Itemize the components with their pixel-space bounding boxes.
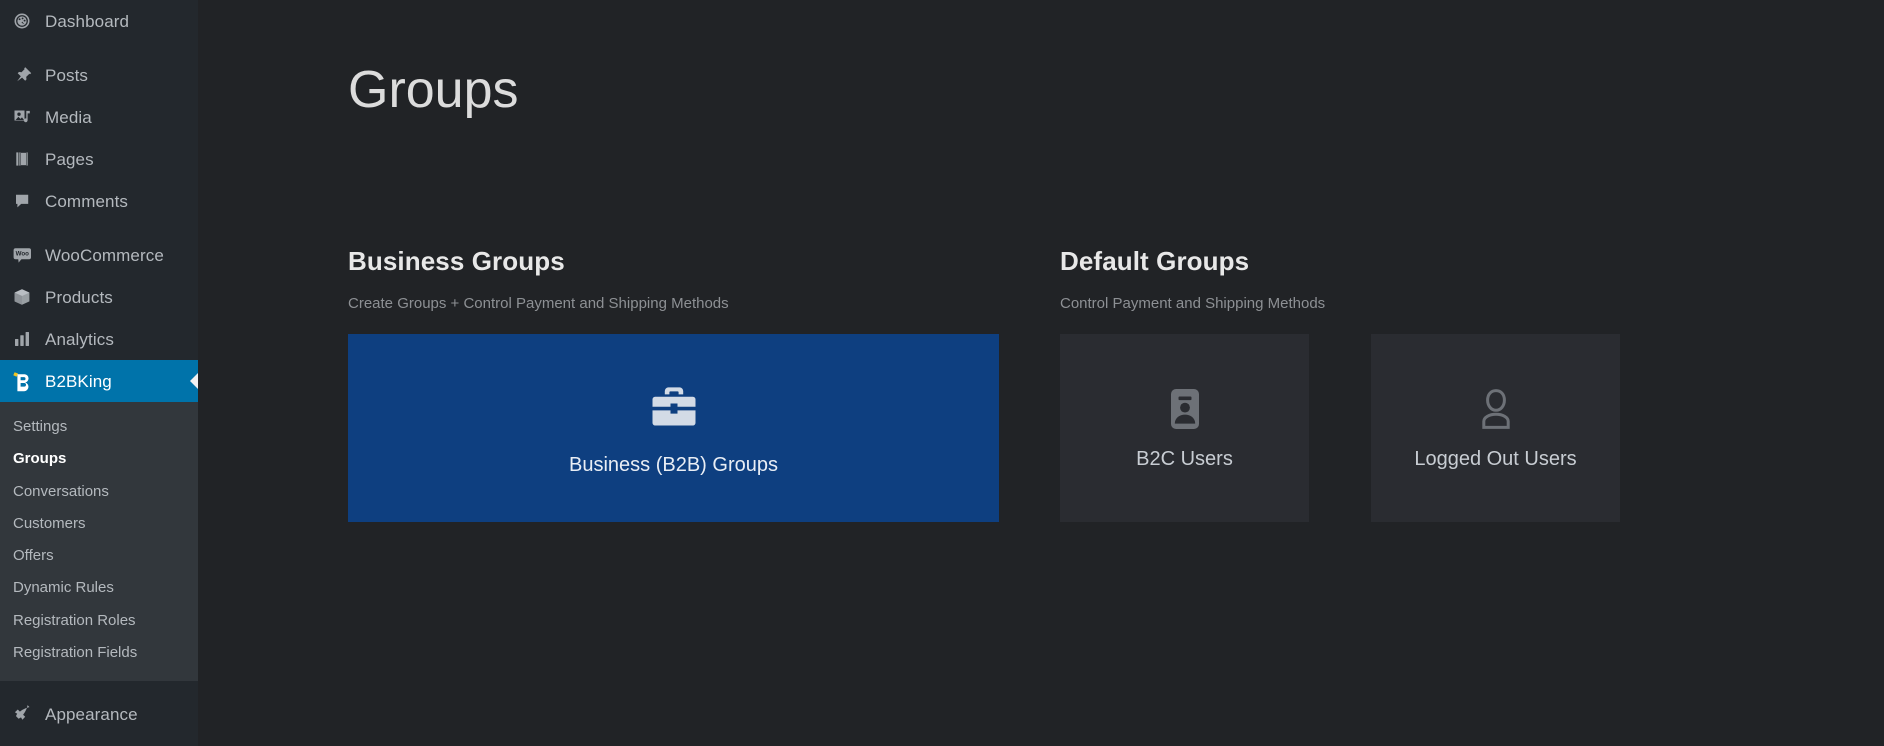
id-badge-icon: [1161, 385, 1209, 433]
submenu-item-registration-roles[interactable]: Registration Roles: [0, 605, 198, 637]
comments-icon: [10, 189, 34, 213]
sidebar-item-products[interactable]: Products: [0, 276, 198, 318]
page-title: Groups: [348, 61, 519, 119]
menu-separator: [0, 222, 198, 234]
sidebar-item-appearance[interactable]: Appearance: [0, 693, 198, 735]
sidebar-item-label: Dashboard: [45, 11, 130, 31]
card-label: Logged Out Users: [1414, 447, 1577, 470]
sidebar-item-label: Comments: [45, 191, 128, 211]
svg-text:Woo: Woo: [15, 250, 29, 257]
user-outline-icon: [1472, 385, 1520, 433]
sidebar-item-label: Analytics: [45, 329, 114, 349]
menu-separator: [0, 42, 198, 54]
business-groups-section: Business Groups Create Groups + Control …: [348, 246, 1060, 522]
business-groups-subtitle: Create Groups + Control Payment and Ship…: [348, 295, 729, 313]
sidebar-item-label: Posts: [45, 65, 89, 85]
sidebar-item-label: Products: [45, 287, 113, 307]
b2bking-icon: [10, 369, 34, 393]
default-groups-subtitle: Control Payment and Shipping Methods: [1060, 295, 1326, 313]
submenu-item-customers[interactable]: Customers: [0, 508, 198, 540]
b2bking-submenu: Settings Groups Conversations Customers …: [0, 402, 198, 681]
submenu-item-conversations[interactable]: Conversations: [0, 476, 198, 508]
sidebar-item-posts[interactable]: Posts: [0, 54, 198, 96]
sidebar-item-b2bking[interactable]: B2BKing: [0, 360, 198, 402]
sidebar-item-label: Media: [45, 107, 92, 127]
media-icon: [10, 105, 34, 129]
pages-icon: [10, 147, 34, 171]
sidebar-item-label: Pages: [45, 149, 94, 169]
business-groups-card-row: Business (B2B) Groups: [348, 333, 1060, 522]
appearance-icon: [10, 702, 34, 726]
card-label: Business (B2B) Groups: [569, 453, 778, 476]
active-menu-arrow-icon: [190, 372, 198, 390]
woocommerce-icon: Woo: [10, 243, 34, 267]
groups-columns: Business Groups Create Groups + Control …: [348, 246, 1884, 522]
submenu-item-settings[interactable]: Settings: [0, 411, 198, 443]
sidebar-item-woocommerce[interactable]: Woo WooCommerce: [0, 234, 198, 276]
products-icon: [10, 285, 34, 309]
admin-page: Dashboard Posts Media Pages Comments Woo…: [0, 0, 1884, 746]
card-label: B2C Users: [1136, 447, 1233, 470]
sidebar-item-label: B2BKing: [45, 371, 112, 391]
pin-icon: [10, 63, 34, 87]
briefcase-icon: [646, 379, 702, 435]
submenu-item-offers[interactable]: Offers: [0, 540, 198, 572]
sidebar-item-media[interactable]: Media: [0, 96, 198, 138]
business-groups-title: Business Groups: [348, 246, 565, 276]
sidebar-item-label: WooCommerce: [45, 245, 164, 265]
sidebar-item-analytics[interactable]: Analytics: [0, 318, 198, 360]
default-groups-card-row: B2C Users Logged Out Users: [1060, 333, 1760, 522]
submenu-item-dynamic-rules[interactable]: Dynamic Rules: [0, 572, 198, 604]
submenu-item-groups[interactable]: Groups: [0, 443, 198, 475]
sidebar-item-dashboard[interactable]: Dashboard: [0, 0, 198, 42]
main-content: Groups Business Groups Create Groups + C…: [198, 0, 1884, 746]
sidebar-item-label: Appearance: [45, 704, 138, 724]
business-b2b-groups-card[interactable]: Business (B2B) Groups: [348, 333, 999, 522]
b2c-users-card[interactable]: B2C Users: [1060, 333, 1309, 522]
logged-out-users-card[interactable]: Logged Out Users: [1371, 333, 1620, 522]
admin-sidebar: Dashboard Posts Media Pages Comments Woo…: [0, 0, 198, 746]
dashboard-icon: [10, 9, 34, 33]
sidebar-item-pages[interactable]: Pages: [0, 138, 198, 180]
sidebar-item-comments[interactable]: Comments: [0, 180, 198, 222]
default-groups-section: Default Groups Control Payment and Shipp…: [1060, 246, 1760, 522]
analytics-icon: [10, 327, 34, 351]
default-groups-title: Default Groups: [1060, 246, 1250, 276]
submenu-item-registration-fields[interactable]: Registration Fields: [0, 637, 198, 669]
